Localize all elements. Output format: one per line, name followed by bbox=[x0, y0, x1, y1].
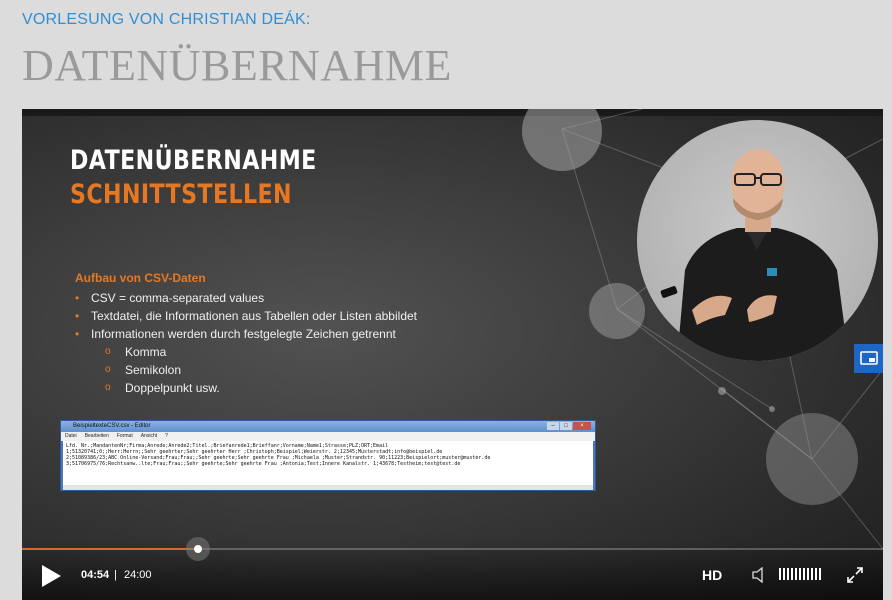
hd-quality-button[interactable]: HD bbox=[702, 567, 722, 583]
sub-bullet-text: Doppelpunkt usw. bbox=[125, 381, 220, 395]
speaker-webcam bbox=[637, 120, 878, 361]
fullscreen-icon[interactable] bbox=[846, 566, 864, 584]
slide-heading: Aufbau von CSV-Daten bbox=[75, 271, 206, 285]
video-player[interactable]: DATENÜBERNAHME SCHNITTSTELLEN Aufbau von… bbox=[22, 109, 883, 600]
volume-icon[interactable] bbox=[751, 567, 767, 583]
editor-text-area: Lfd. Nr.;MandantenNr;Firma;Anrede;Anrede… bbox=[63, 441, 593, 485]
play-icon[interactable] bbox=[40, 564, 62, 588]
editor-menu-item: ? bbox=[165, 433, 168, 439]
cast-button[interactable] bbox=[854, 344, 883, 373]
bullet-item: • Informationen werden durch festgelegte … bbox=[75, 325, 417, 343]
editor-menu: Datei Bearbeiten Format Ansicht ? bbox=[61, 432, 595, 441]
lecture-label: VORLESUNG VON CHRISTIAN DEÁK: bbox=[22, 11, 311, 28]
bullet-text: Textdatei, die Informationen aus Tabelle… bbox=[91, 309, 417, 323]
sub-bullet-text: Semikolon bbox=[125, 363, 182, 377]
editor-titlebar: BeispieltexteCSV.csv - Editor – □ × bbox=[61, 421, 595, 432]
slide-subtitle: SCHNITTSTELLEN bbox=[70, 179, 292, 210]
bullet-marker: • bbox=[75, 291, 80, 305]
maximize-icon: □ bbox=[560, 422, 572, 430]
bullet-text: Informationen werden durch festgelegte Z… bbox=[91, 327, 396, 341]
editor-menu-item: Ansicht bbox=[140, 433, 158, 439]
sub-bullet-item: o Semikolon bbox=[75, 361, 417, 379]
slide-bullet-list: • CSV = comma-separated values • Textdatei… bbox=[75, 289, 417, 397]
minimize-icon: – bbox=[547, 422, 559, 430]
csv-line: 3;51706975/76;Rechtsanw..lte;Frau;Frau;;… bbox=[66, 461, 461, 467]
editor-menu-item: Datei bbox=[65, 433, 77, 439]
speaker-image bbox=[660, 149, 849, 361]
bullet-marker: • bbox=[75, 327, 80, 341]
close-icon: × bbox=[573, 422, 591, 430]
progress-bar[interactable] bbox=[22, 537, 883, 561]
sub-bullet-text: Komma bbox=[125, 345, 167, 359]
slide-title: DATENÜBERNAHME bbox=[70, 145, 317, 176]
editor-window-buttons: – □ × bbox=[547, 422, 591, 430]
editor-statusbar bbox=[63, 485, 593, 490]
progress-handle[interactable] bbox=[185, 537, 210, 561]
bullet-item: • CSV = comma-separated values bbox=[75, 289, 417, 307]
sub-bullet-item: o Doppelpunkt usw. bbox=[75, 379, 417, 397]
bullet-item: • Textdatei, die Informationen aus Tabell… bbox=[75, 307, 417, 325]
cast-icon bbox=[859, 350, 878, 365]
player-controls: 04:54 | 24:00 HD bbox=[22, 537, 883, 600]
time-separator: | bbox=[114, 569, 117, 581]
bullet-marker: • bbox=[75, 309, 80, 323]
current-time: 04:54 bbox=[81, 569, 110, 581]
volume-level-icon[interactable] bbox=[779, 568, 821, 580]
progress-fill bbox=[22, 548, 198, 550]
editor-title: BeispieltexteCSV.csv - Editor bbox=[73, 423, 151, 429]
sub-bullet-item: o Komma bbox=[75, 343, 417, 361]
editor-menu-item: Bearbeiten bbox=[84, 433, 109, 439]
video-frame: DATENÜBERNAHME SCHNITTSTELLEN Aufbau von… bbox=[22, 109, 883, 600]
sub-bullet-marker: o bbox=[105, 364, 111, 375]
csv-editor-screenshot: BeispieltexteCSV.csv - Editor – □ × Date… bbox=[60, 420, 596, 491]
page-title: DATENÜBERNAHME bbox=[22, 41, 452, 90]
editor-menu-item: Format bbox=[116, 433, 133, 439]
bullet-text: CSV = comma-separated values bbox=[91, 291, 265, 305]
sub-bullet-marker: o bbox=[105, 382, 111, 393]
total-time: 24:00 bbox=[124, 569, 152, 581]
sub-bullet-marker: o bbox=[105, 346, 111, 357]
